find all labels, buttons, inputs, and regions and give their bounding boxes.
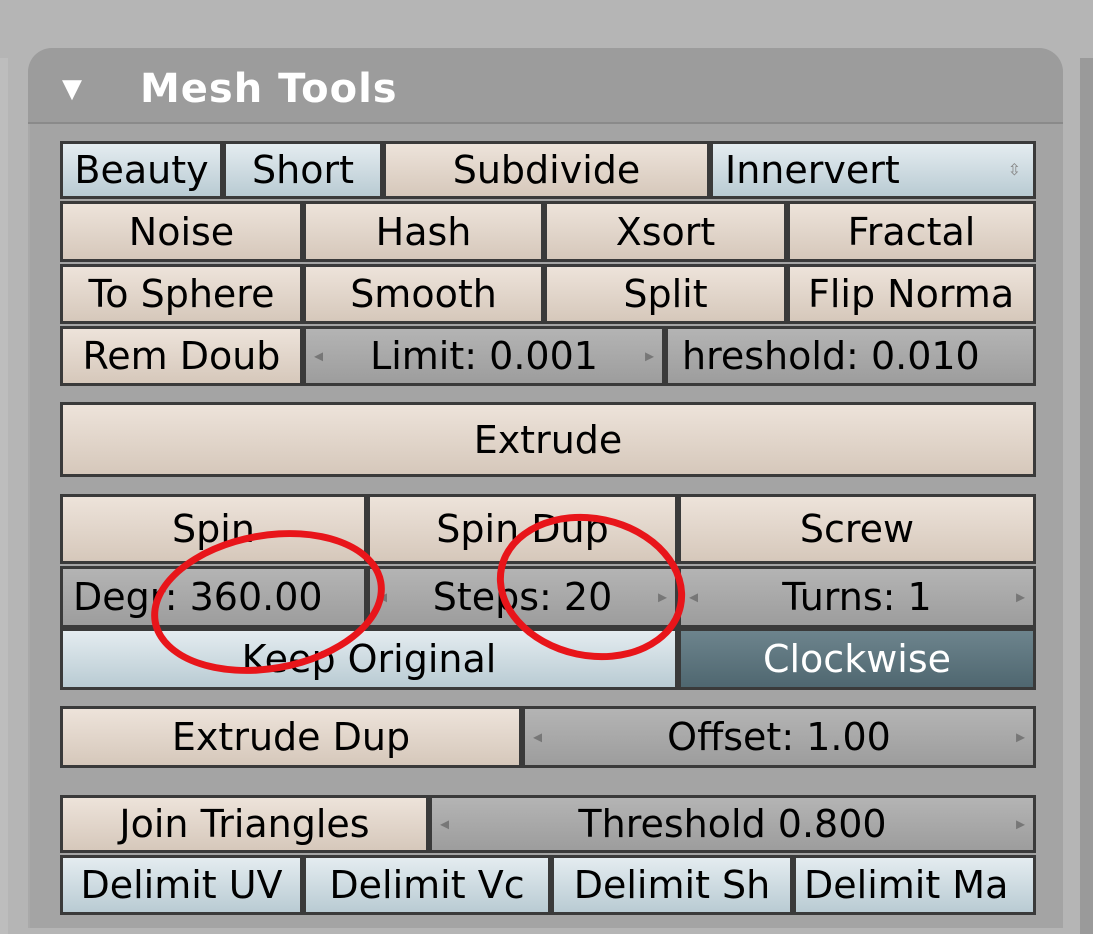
triangle-down-icon[interactable]: ▼: [62, 74, 82, 104]
join-triangles-button[interactable]: Join Triangles: [60, 795, 429, 853]
decrement-arrow-icon[interactable]: ◂: [533, 727, 542, 748]
delimit-ma-toggle[interactable]: Delimit Ma: [793, 855, 1036, 915]
offset-field[interactable]: ◂ Offset: 1.00 ▸: [522, 706, 1036, 768]
join-threshold-value: Threshold 0.800: [578, 802, 887, 846]
delimit-sh-toggle[interactable]: Delimit Sh: [551, 855, 793, 915]
right-panel-edge: [1080, 58, 1093, 934]
degr-field[interactable]: Degr: 360.00: [60, 566, 367, 628]
delimit-vc-toggle[interactable]: Delimit Vc: [303, 855, 551, 915]
rem-doub-button[interactable]: Rem Doub: [60, 326, 303, 386]
decrement-arrow-icon[interactable]: ◂: [689, 587, 698, 608]
beauty-toggle[interactable]: Beauty: [60, 141, 223, 199]
spin-dup-button[interactable]: Spin Dup: [367, 494, 678, 564]
clockwise-toggle[interactable]: Clockwise: [678, 628, 1036, 690]
subdivide-button[interactable]: Subdivide: [383, 141, 710, 199]
decrement-arrow-icon[interactable]: ◂: [314, 346, 323, 367]
turns-field[interactable]: ◂ Turns: 1 ▸: [678, 566, 1036, 628]
smooth-button[interactable]: Smooth: [303, 264, 544, 324]
degr-value: Degr: 360.00: [73, 575, 323, 619]
hash-button[interactable]: Hash: [303, 201, 544, 262]
join-threshold-field[interactable]: ◂ Threshold 0.800 ▸: [429, 795, 1036, 853]
spin-button[interactable]: Spin: [60, 494, 367, 564]
increment-arrow-icon[interactable]: ▸: [658, 587, 667, 608]
delimit-uv-toggle[interactable]: Delimit UV: [60, 855, 303, 915]
panel-title: Mesh Tools: [140, 66, 398, 112]
offset-value: Offset: 1.00: [667, 715, 891, 759]
short-toggle[interactable]: Short: [223, 141, 383, 199]
updown-arrows-icon: ⇳: [1007, 160, 1021, 179]
screw-button[interactable]: Screw: [678, 494, 1036, 564]
decrement-arrow-icon[interactable]: ◂: [378, 587, 387, 608]
keep-original-toggle[interactable]: Keep Original: [60, 628, 678, 690]
xsort-button[interactable]: Xsort: [544, 201, 787, 262]
limit-field[interactable]: ◂ Limit: 0.001 ▸: [303, 326, 665, 386]
split-button[interactable]: Split: [544, 264, 787, 324]
limit-value: Limit: 0.001: [370, 334, 598, 378]
subdivide-mode-value: Innervert: [725, 148, 900, 192]
decrement-arrow-icon[interactable]: ◂: [440, 814, 449, 835]
extrude-button[interactable]: Extrude: [60, 402, 1036, 477]
to-sphere-button[interactable]: To Sphere: [60, 264, 303, 324]
increment-arrow-icon[interactable]: ▸: [1016, 587, 1025, 608]
threshold-value: hreshold: 0.010: [682, 334, 980, 378]
flip-normals-button[interactable]: Flip Norma: [787, 264, 1036, 324]
subdivide-mode-menu[interactable]: Innervert ⇳: [710, 141, 1036, 199]
steps-value: Steps: 20: [432, 575, 613, 619]
increment-arrow-icon[interactable]: ▸: [1016, 727, 1025, 748]
turns-value: Turns: 1: [782, 575, 932, 619]
fractal-button[interactable]: Fractal: [787, 201, 1036, 262]
steps-field[interactable]: ◂ Steps: 20 ▸: [367, 566, 678, 628]
extrude-dup-button[interactable]: Extrude Dup: [60, 706, 522, 768]
noise-button[interactable]: Noise: [60, 201, 303, 262]
increment-arrow-icon[interactable]: ▸: [645, 346, 654, 367]
threshold-field[interactable]: hreshold: 0.010: [665, 326, 1036, 386]
increment-arrow-icon[interactable]: ▸: [1016, 814, 1025, 835]
left-edge: [0, 58, 8, 934]
